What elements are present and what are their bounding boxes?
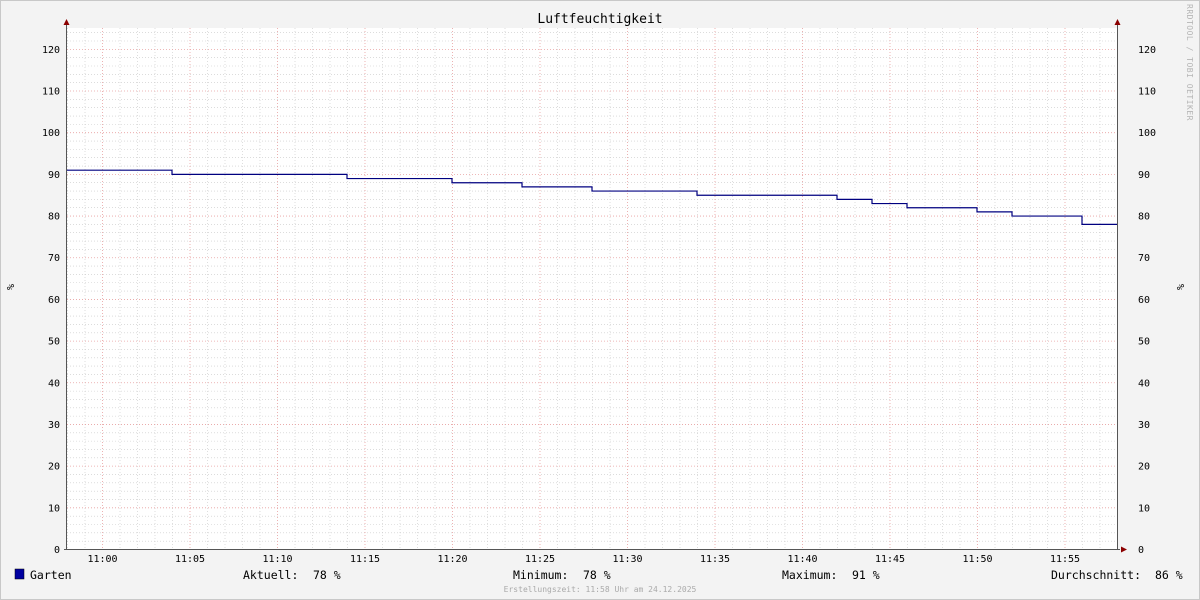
stat-maximum-label: Maximum:	[782, 568, 837, 582]
stat-minimum-label: Minimum:	[513, 568, 568, 582]
y-tick-label-right: 0	[1138, 545, 1144, 556]
stat-durchschnitt-label: Durchschnitt:	[1051, 568, 1141, 582]
x-tick-label: 11:35	[700, 554, 730, 565]
y-tick-label-left: 10	[48, 503, 60, 514]
x-tick-label: 11:45	[875, 554, 905, 565]
y-tick-label-right: 80	[1138, 212, 1150, 223]
y-tick-label-left: 90	[48, 170, 60, 181]
y-axis-label-right: %	[1174, 284, 1185, 290]
x-tick-label: 11:10	[262, 554, 292, 565]
footer-timestamp: Erstellungszeit: 11:58 Uhr am 24.12.2025	[504, 585, 697, 594]
chart: Luftfeuchtigkeit RRDTOOL / TOBI OETIKER …	[4, 4, 1194, 594]
x-tick-labels: 11:00 11:05 11:10 11:15 11:20 11:25 11:30 11:35…	[87, 554, 1080, 565]
y-axis-label-left: %	[4, 284, 15, 290]
legend: Garten Aktuell: 78 % Minimum: 78 % Maxim…	[14, 568, 1183, 582]
legend-series-name: Garten	[30, 568, 72, 582]
y-tick-label-left: 50	[48, 337, 60, 348]
stat-aktuell-value: 78 %	[313, 568, 341, 582]
plot-area	[63, 19, 1127, 553]
y-tick-label-left: 30	[48, 420, 60, 431]
x-tick-label: 11:30	[612, 554, 642, 565]
y-tick-label-left: 0	[54, 545, 60, 556]
y-tick-label-right: 120	[1138, 45, 1156, 56]
y-tick-label-right: 60	[1138, 295, 1150, 306]
stat-aktuell-label: Aktuell:	[243, 568, 298, 582]
x-tick-label: 11:55	[1050, 554, 1080, 565]
y-tick-label-right: 70	[1138, 253, 1150, 264]
y-tick-label-left: 70	[48, 253, 60, 264]
y-tick-label-left: 60	[48, 295, 60, 306]
y-tick-label-left: 120	[42, 45, 60, 56]
x-tick-label: 11:40	[787, 554, 817, 565]
y-tick-label-right: 50	[1138, 337, 1150, 348]
y-tick-label-right: 90	[1138, 170, 1150, 181]
y-tick-label-right: 30	[1138, 420, 1150, 431]
plot-canvas	[67, 28, 1117, 549]
x-tick-label: 11:20	[437, 554, 467, 565]
y-tick-label-left: 110	[42, 87, 60, 98]
x-axis-arrow	[1121, 546, 1127, 553]
x-tick-label: 11:50	[962, 554, 992, 565]
y-axis-right-arrow	[1114, 19, 1121, 25]
y-tick-label-right: 40	[1138, 378, 1150, 389]
y-tick-label-left: 20	[48, 462, 60, 473]
y-tick-label-right: 10	[1138, 503, 1150, 514]
y-tick-label-right: 100	[1138, 128, 1156, 139]
stat-minimum-value: 78 %	[583, 568, 611, 582]
stat-durchschnitt-value: 86 %	[1155, 568, 1183, 582]
y-tick-label-right: 20	[1138, 462, 1150, 473]
legend-swatch-garten	[14, 568, 25, 580]
stat-maximum-value: 91 %	[852, 568, 880, 582]
x-tick-label: 11:05	[175, 554, 205, 565]
x-tick-label: 11:15	[350, 554, 380, 565]
x-tick-label: 11:00	[87, 554, 117, 565]
x-tick-label: 11:25	[525, 554, 555, 565]
y-tick-label-left: 80	[48, 212, 60, 223]
y-axis-left-arrow	[63, 19, 70, 25]
watermark: RRDTOOL / TOBI OETIKER	[1185, 4, 1194, 121]
y-tick-label-left: 40	[48, 378, 60, 389]
y-tick-label-left: 100	[42, 128, 60, 139]
y-tick-label-right: 110	[1138, 87, 1156, 98]
chart-title: Luftfeuchtigkeit	[537, 12, 662, 27]
